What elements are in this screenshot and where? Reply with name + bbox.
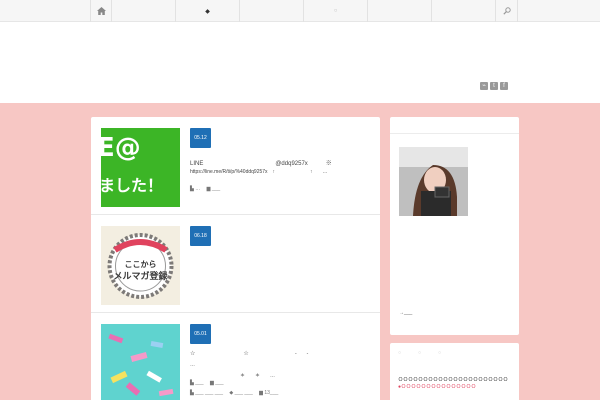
search-icon [502, 7, 511, 15]
profile-photo[interactable] [399, 147, 468, 216]
post-item: 05.01 - - … ▙ ___ ▆ ___ [91, 313, 380, 400]
nav-item-2[interactable]: ◆ [176, 0, 240, 22]
post-thumbnail[interactable]: ここから メルマガ登録 [101, 226, 180, 305]
post-list: E@ ました！ 05.12 LINE @ddq9257x ※ https://l… [91, 117, 380, 400]
post-meta[interactable]: ▙ … ▆ ___ [190, 185, 220, 192]
nav-home[interactable] [91, 0, 112, 22]
profile-photo-icon [399, 147, 468, 216]
nav-item-6[interactable] [432, 0, 496, 22]
post-excerpt-line2: … [190, 362, 195, 368]
post-meta[interactable]: ▙ ___ ▆ ___ [190, 379, 224, 386]
twitter-icon[interactable]: t [490, 82, 498, 90]
post-date: 06.18 [190, 226, 211, 246]
nav-search[interactable] [496, 0, 518, 22]
nav-item-4[interactable]: ○ [304, 0, 368, 22]
nav-item-2-label: ◆ [205, 8, 210, 15]
top-navigation: ◆ ○ [0, 0, 600, 22]
thumb-text-2: メルマガ登録 [113, 271, 168, 281]
profile-more-link[interactable]: →___ [399, 310, 412, 316]
profile-widget: →___ [390, 117, 519, 335]
widget-title: ○ ○ ○ [398, 350, 448, 356]
nav-item-3[interactable] [240, 0, 304, 22]
candy-image-icon [108, 333, 174, 397]
post-item: E@ ました！ 05.12 LINE @ddq9257x ※ https://l… [91, 117, 380, 215]
widget-text-line1: ＯＯＯＯＯＯＯＯＯＯＯＯＯＯＯＯＯＯＯＯＯＯ [398, 377, 509, 383]
post-excerpt-line1: - - [190, 351, 309, 357]
post-date: 05.12 [190, 128, 211, 148]
facebook-icon[interactable]: f [500, 82, 508, 90]
thumb-text-1: E@ [101, 133, 141, 163]
post-date: 05.01 [190, 324, 211, 344]
sidebar-widget-2: ○ ○ ○ ＯＯＯＯＯＯＯＯＯＯＯＯＯＯＯＯＯＯＯＯＯＯ ●ＯＯＯＯＯＯＯＯＯＯ… [390, 343, 519, 400]
nav-bar: ◆ ○ [90, 0, 521, 22]
rss-icon[interactable]: ⌁ [480, 82, 488, 90]
post-thumbnail[interactable] [101, 324, 180, 400]
post-item: ここから メルマガ登録 06.18 ☆ ☆ ＊ ＊ … ▙ ___ ___ __… [91, 215, 380, 396]
widget-title-bar [390, 117, 519, 134]
social-links: ⌁ t f [480, 82, 508, 90]
nav-item-1[interactable] [112, 0, 176, 22]
nav-item-4-label: ○ [333, 8, 338, 14]
site-header: ⌁ t f [0, 22, 600, 103]
thumb-text-2: ました！ [101, 176, 164, 195]
widget-text-line2[interactable]: ●ＯＯＯＯＯＯＯＯＯＯＯＯＯＯＯ [398, 383, 476, 390]
post-excerpt-line2[interactable]: https://line.me/R/ti/p/%40ddq9257x ↑ ↑ … [190, 168, 328, 175]
post-excerpt-line1: LINE @ddq9257x ※ [190, 161, 332, 167]
nav-item-5[interactable] [368, 0, 432, 22]
home-icon [96, 7, 106, 15]
post-thumbnail[interactable]: E@ ました！ [101, 128, 180, 207]
